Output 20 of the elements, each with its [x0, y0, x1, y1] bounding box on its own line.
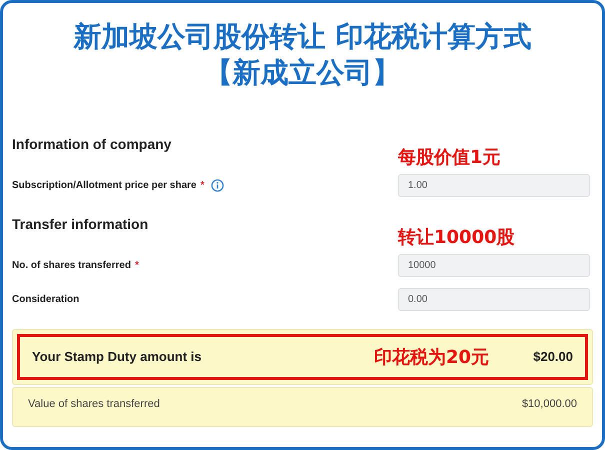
- stamp-duty-label: Your Stamp Duty amount is: [32, 348, 202, 366]
- detail-amount: $10,000.00: [522, 397, 577, 412]
- detail-label: Value of shares transferred: [28, 397, 160, 412]
- input-field[interactable]: 10000: [398, 254, 590, 276]
- input-field[interactable]: 0.00: [398, 288, 590, 310]
- field-label: Subscription/Allotment price per share: [12, 178, 196, 192]
- field-label: Consideration: [12, 292, 80, 306]
- annotation-note: 印花税为20元: [374, 346, 490, 370]
- required-marker: *: [134, 258, 139, 272]
- annotation-note: 每股价值1元: [398, 146, 501, 170]
- field-label: No. of shares transferred: [12, 258, 131, 272]
- page-title: 【新成立公司】: [204, 55, 400, 91]
- info-icon[interactable]: [211, 178, 224, 192]
- stamp-duty-amount: $20.00: [533, 348, 573, 366]
- required-marker: *: [200, 178, 204, 192]
- annotation-note: 转让10000股: [398, 226, 515, 250]
- page-title: 新加坡公司股份转让 印花税计算方式: [74, 19, 532, 55]
- section-heading: Transfer information: [12, 215, 150, 234]
- input-field[interactable]: 1.00: [398, 174, 590, 196]
- section-heading: Information of company: [12, 135, 172, 154]
